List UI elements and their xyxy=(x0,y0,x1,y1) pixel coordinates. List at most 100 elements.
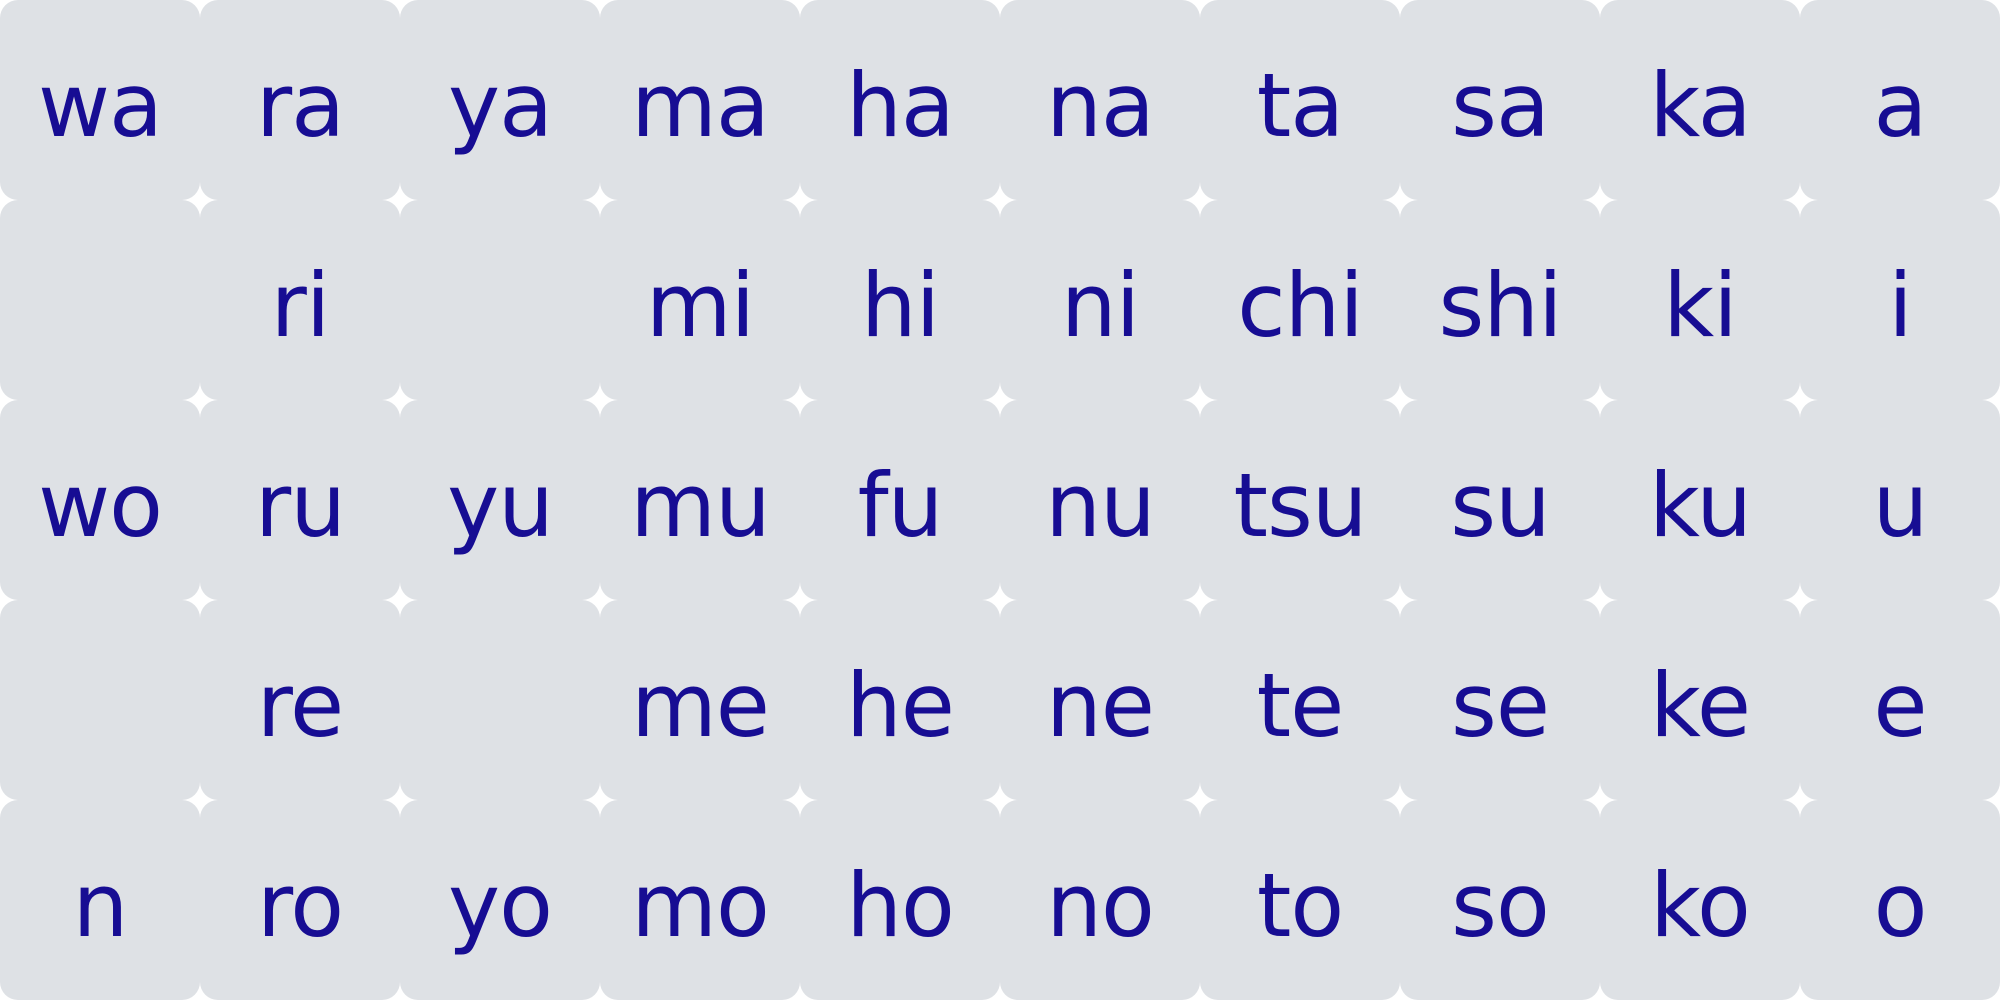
syllable-label: re xyxy=(256,654,344,757)
syllable-label: ha xyxy=(846,54,955,157)
syllable-label: mi xyxy=(645,254,755,357)
syllable-cell: ra xyxy=(200,0,400,200)
syllable-label: ku xyxy=(1648,454,1752,557)
syllable-cell: ke xyxy=(1600,600,1800,800)
syllable-cell: no xyxy=(1000,800,1200,1000)
syllable-label: ra xyxy=(255,54,345,157)
syllable-label: chi xyxy=(1237,254,1364,357)
syllable-label: ya xyxy=(447,54,553,157)
syllable-label: to xyxy=(1256,854,1344,957)
syllable-label: n xyxy=(72,854,129,957)
syllable-cell: yu xyxy=(400,400,600,600)
syllable-label: hi xyxy=(860,254,940,357)
syllable-cell: ro xyxy=(200,800,400,1000)
syllable-label: he xyxy=(846,654,955,757)
syllable-label: su xyxy=(1450,454,1551,557)
syllable-label: ka xyxy=(1649,54,1751,157)
syllable-label: u xyxy=(1872,454,1929,557)
syllable-cell: sa xyxy=(1400,0,1600,200)
syllable-cell: ma xyxy=(600,0,800,200)
syllable-label: a xyxy=(1873,54,1928,157)
syllable-label: wa xyxy=(38,54,163,157)
syllable-cell: n xyxy=(0,800,200,1000)
empty-cell xyxy=(0,600,200,800)
syllable-label: nu xyxy=(1045,454,1156,557)
syllable-cell: re xyxy=(200,600,400,800)
syllable-label: mu xyxy=(630,454,770,557)
syllable-label: o xyxy=(1873,854,1928,957)
syllable-label: ma xyxy=(631,54,770,157)
syllable-cell: ko xyxy=(1600,800,1800,1000)
syllable-label: so xyxy=(1451,854,1550,957)
syllable-cell: mi xyxy=(600,200,800,400)
syllable-cell: shi xyxy=(1400,200,1600,400)
cell-background xyxy=(400,600,600,800)
syllable-label: no xyxy=(1046,854,1155,957)
cell-background xyxy=(0,200,200,400)
syllable-cell: to xyxy=(1200,800,1400,1000)
cell-background xyxy=(0,600,200,800)
romaji-grid: wa ra ya ma ha na ta sa ka a ri mi hi ni chi shi ki i wo ru… xyxy=(0,0,2000,1000)
empty-cell xyxy=(400,200,600,400)
syllable-label: ru xyxy=(255,454,346,557)
syllable-cell: ho xyxy=(800,800,1000,1000)
syllable-label: na xyxy=(1046,54,1155,157)
syllable-label: ro xyxy=(256,854,344,957)
syllable-cell: me xyxy=(600,600,800,800)
syllable-cell: ha xyxy=(800,0,1000,200)
syllable-cell: ki xyxy=(1600,200,1800,400)
syllable-cell: ya xyxy=(400,0,600,200)
syllable-label: yo xyxy=(448,854,553,957)
syllable-cell: su xyxy=(1400,400,1600,600)
empty-cell xyxy=(0,200,200,400)
syllable-cell: i xyxy=(1800,200,2000,400)
syllable-cell: fu xyxy=(800,400,1000,600)
cell-background xyxy=(400,200,600,400)
syllable-label: ne xyxy=(1046,654,1155,757)
syllable-cell: o xyxy=(1800,800,2000,1000)
syllable-label: i xyxy=(1888,254,1912,357)
syllable-cell: a xyxy=(1800,0,2000,200)
syllable-label: e xyxy=(1873,654,1927,757)
syllable-cell: ru xyxy=(200,400,400,600)
syllable-label: wo xyxy=(38,454,163,557)
syllable-label: ko xyxy=(1650,854,1751,957)
syllable-cell: hi xyxy=(800,200,1000,400)
syllable-label: sa xyxy=(1451,54,1550,157)
syllable-cell: u xyxy=(1800,400,2000,600)
syllable-cell: chi xyxy=(1200,200,1400,400)
syllable-cell: mu xyxy=(600,400,800,600)
syllable-label: tsu xyxy=(1233,454,1367,557)
syllable-label: ke xyxy=(1650,654,1751,757)
syllable-label: ni xyxy=(1060,254,1140,357)
syllable-cell: wo xyxy=(0,400,200,600)
syllable-label: ta xyxy=(1256,54,1344,157)
syllable-cell: ka xyxy=(1600,0,1800,200)
syllable-cell: so xyxy=(1400,800,1600,1000)
syllable-cell: ni xyxy=(1000,200,1200,400)
syllable-cell: ne xyxy=(1000,600,1200,800)
syllable-label: ri xyxy=(270,254,331,357)
syllable-cell: ri xyxy=(200,200,400,400)
syllable-cell: mo xyxy=(600,800,800,1000)
syllable-label: te xyxy=(1256,654,1345,757)
syllable-cell: te xyxy=(1200,600,1400,800)
syllable-cell: ta xyxy=(1200,0,1400,200)
syllable-cell: nu xyxy=(1000,400,1200,600)
syllable-label: fu xyxy=(857,454,944,557)
syllable-cell: na xyxy=(1000,0,1200,200)
syllable-label: ho xyxy=(846,854,955,957)
syllable-label: yu xyxy=(447,454,554,557)
syllable-cell: tsu xyxy=(1200,400,1400,600)
syllable-cell: wa xyxy=(0,0,200,200)
syllable-label: se xyxy=(1451,654,1550,757)
syllable-label: ki xyxy=(1663,254,1737,357)
syllable-cell: ku xyxy=(1600,400,1800,600)
syllable-cell: se xyxy=(1400,600,1600,800)
syllable-label: mo xyxy=(631,854,770,957)
syllable-cell: e xyxy=(1800,600,2000,800)
syllable-cell: yo xyxy=(400,800,600,1000)
syllable-label: me xyxy=(631,654,770,757)
empty-cell xyxy=(400,600,600,800)
syllable-label: shi xyxy=(1438,254,1562,357)
